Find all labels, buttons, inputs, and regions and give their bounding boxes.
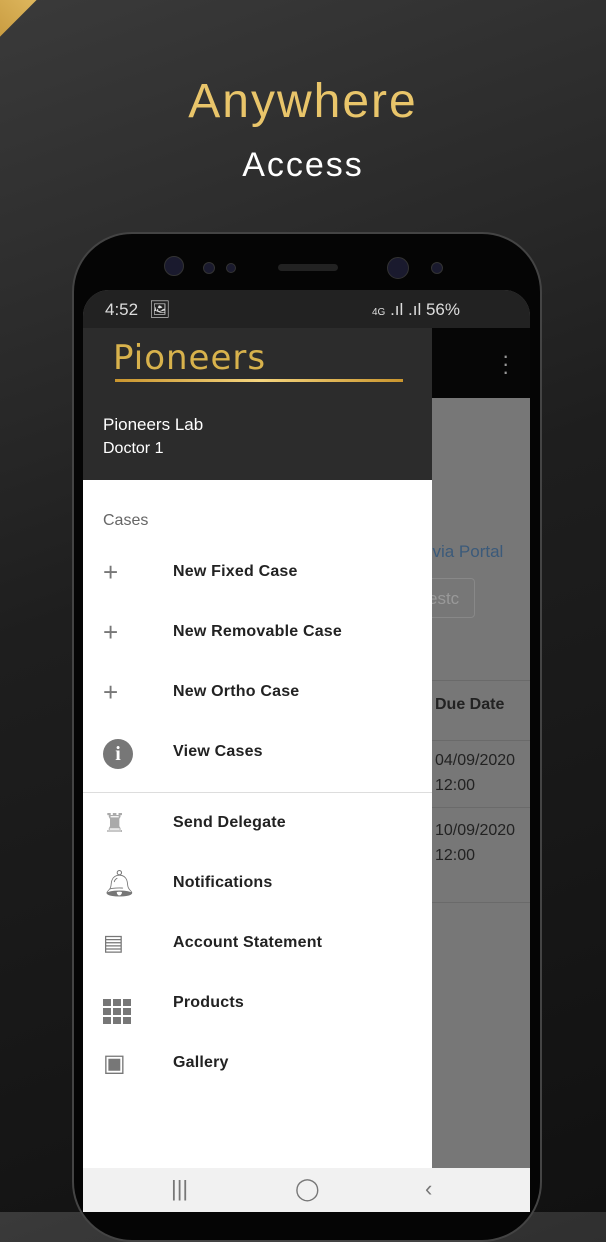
info-icon: i [83,736,173,769]
menu-account-statement[interactable]: ▤ Account Statement [83,913,432,973]
navigation-drawer: Pioneers Pioneers Lab Doctor 1 Cases + Ne… [83,328,432,1212]
image-icon: 🖼 [149,300,171,319]
drawer-header: Pioneers Pioneers Lab Doctor 1 [83,328,432,480]
home-button[interactable]: ◯ [295,1176,320,1202]
menu-new-fixed-case[interactable]: + New Fixed Case [83,542,432,602]
camera-icon [387,257,409,279]
menu-view-cases[interactable]: i View Cases [83,722,432,782]
promo-title: Anywhere [188,75,418,128]
plus-icon: + [103,676,119,707]
more-options-icon[interactable]: · · · [502,345,509,383]
sensor-icon [226,263,236,273]
status-bar: 4:52 🖼 4G .ıl .ıl 56% [83,290,530,328]
sensor-icon [164,256,184,276]
menu-new-removable-case[interactable]: + New Removable Case [83,602,432,662]
gold-ribbon [0,0,181,69]
table-cell: 10/09/2020 12:00 [435,822,516,864]
pioneers-logo: Pioneers [113,338,267,378]
section-cases: Cases [103,512,149,529]
plus-icon: + [103,556,119,587]
gallery-icon: ▣ [103,1049,126,1077]
promo-subtitle: Access [242,146,364,184]
back-button[interactable]: ‹ [425,1176,432,1202]
grid-icon [83,982,173,1024]
sensor-icon [203,262,215,274]
menu-new-ortho-case[interactable]: + New Ortho Case [83,662,432,722]
status-time: 4:52 [105,300,139,319]
menu-send-delegate[interactable]: ♜ Send Delegate [83,793,432,853]
plus-icon: + [103,616,119,647]
camera-icon [431,262,443,274]
delegate-icon: ♜ [103,807,127,838]
screen: 4:52 🖼 4G .ıl .ıl 56% · · · t via Portal e… [83,290,530,1212]
user-role: Doctor 1 [103,440,164,457]
portal-link[interactable]: t via Portal [423,542,503,562]
recent-apps-button[interactable]: ||| [171,1176,188,1202]
menu-products[interactable]: Products [83,973,432,1033]
system-nav-bar: ||| ◯ ‹ [83,1168,530,1212]
user-name: Pioneers Lab [103,415,204,434]
battery-level: 56% [425,300,460,319]
table-cell: 04/09/2020 12:00 [435,752,516,794]
signal-icon: .ıl .ıl [390,300,422,319]
menu-gallery[interactable]: ▣ Gallery [83,1033,432,1093]
column-due-date: Due Date [435,696,505,713]
speaker [278,264,338,271]
menu-notifications[interactable]: 🔔︎ Notifications [83,853,432,913]
network-type: 4G [371,307,386,318]
bell-icon: 🔔︎ [103,867,137,898]
statement-icon: ▤ [103,930,124,955]
